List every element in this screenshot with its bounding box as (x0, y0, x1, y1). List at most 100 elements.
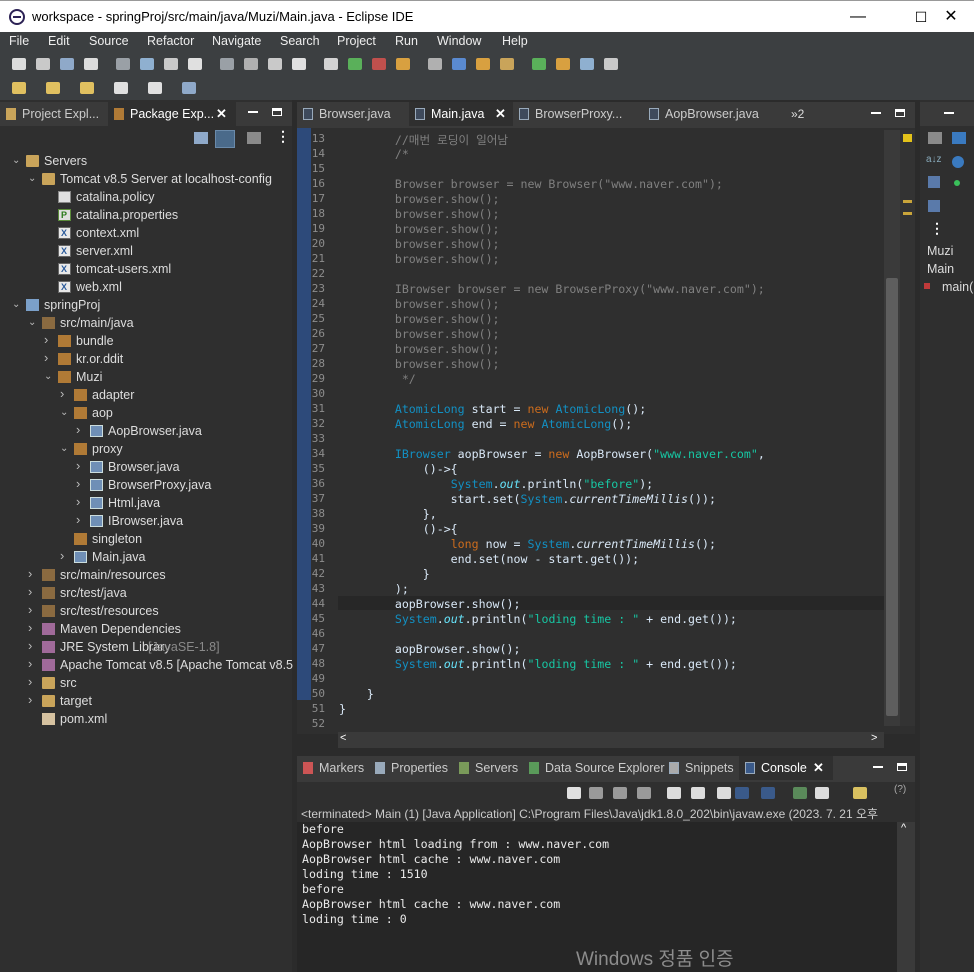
console-toolbar-icon[interactable] (589, 787, 603, 799)
console-toolbar-icon[interactable] (793, 787, 807, 799)
menu-file[interactable]: File (9, 34, 29, 48)
collapse-chevron-icon[interactable]: › (28, 637, 32, 655)
sort-icon[interactable]: a↓z (926, 154, 942, 165)
outline-tool-icon[interactable] (928, 132, 942, 144)
minimize-console-icon[interactable] (873, 766, 883, 768)
expand-chevron-icon[interactable]: ⌄ (44, 368, 52, 386)
collapse-chevron-icon[interactable]: › (28, 691, 32, 709)
console-toolbar-icon[interactable] (735, 787, 749, 799)
toolbar-button-icon[interactable] (188, 58, 202, 70)
tab-browserproxy-java[interactable]: BrowserProxy... (513, 102, 643, 126)
outline-tool-icon[interactable] (928, 200, 940, 212)
toolbar-button-icon[interactable] (452, 58, 466, 70)
toolbar-button-icon[interactable] (114, 82, 128, 94)
menu-navigate[interactable]: Navigate (212, 34, 261, 48)
expand-chevron-icon[interactable]: ⌄ (60, 404, 68, 422)
scrollbar-thumb[interactable] (886, 278, 898, 716)
collapse-chevron-icon[interactable]: › (76, 493, 80, 511)
console-toolbar-icon[interactable] (613, 787, 627, 799)
toolbar-button-icon[interactable] (84, 58, 98, 70)
tab-servers[interactable]: Servers (453, 756, 523, 780)
outline-item-muzi[interactable]: Muzi (927, 244, 953, 258)
console-scrollbar[interactable]: ^ (897, 822, 915, 972)
toolbar-button-icon[interactable] (500, 58, 514, 70)
toolbar-button-icon[interactable] (182, 82, 196, 94)
toolbar-button-icon[interactable] (244, 58, 258, 70)
close-button[interactable]: ✕ (928, 5, 974, 29)
collapse-chevron-icon[interactable]: › (76, 511, 80, 529)
warning-marker[interactable] (903, 134, 912, 142)
toolbar-button-icon[interactable] (292, 58, 306, 70)
menu-edit[interactable]: Edit (48, 34, 70, 48)
tab-properties[interactable]: Properties (369, 756, 453, 780)
toolbar-button-icon[interactable] (556, 58, 570, 70)
toolbar-button-icon[interactable] (140, 58, 154, 70)
collapse-chevron-icon[interactable]: › (28, 601, 32, 619)
console-toolbar-icon[interactable] (691, 787, 705, 799)
toolbar-button-icon[interactable] (604, 58, 618, 70)
collapse-chevron-icon[interactable]: › (28, 583, 32, 601)
toolbar-button-icon[interactable] (396, 58, 410, 70)
minimize-outline-icon[interactable] (944, 112, 954, 114)
tab-overflow-button[interactable]: »2 (791, 107, 804, 121)
toolbar-button-icon[interactable] (12, 82, 26, 94)
toolbar-button-icon[interactable] (348, 58, 362, 70)
toolbar-button-icon[interactable] (476, 58, 490, 70)
toolbar-button-icon[interactable] (116, 58, 130, 70)
toolbar-button-icon[interactable] (148, 82, 162, 94)
scroll-left-icon[interactable]: < (340, 732, 346, 744)
minimize-editor-icon[interactable] (871, 112, 881, 114)
expand-chevron-icon[interactable]: ⌄ (60, 440, 68, 458)
toolbar-button-icon[interactable] (580, 58, 594, 70)
console-toolbar-icon[interactable] (717, 787, 731, 799)
close-tab-icon[interactable]: ✕ (495, 102, 506, 126)
tab-main-java[interactable]: Main.java ✕ (409, 102, 513, 126)
collapse-chevron-icon[interactable]: › (44, 331, 48, 349)
collapse-chevron-icon[interactable]: › (28, 655, 32, 673)
collapse-chevron-icon[interactable]: › (76, 421, 80, 439)
minimize-button[interactable]: — (835, 5, 881, 29)
horizontal-scrollbar[interactable]: < > (338, 732, 884, 748)
scroll-up-icon[interactable]: ^ (901, 822, 906, 834)
toolbar-button-icon[interactable] (532, 58, 546, 70)
expand-chevron-icon[interactable]: ⌄ (12, 296, 20, 314)
menu-project[interactable]: Project (337, 34, 376, 48)
menu-window[interactable]: Window (437, 34, 481, 48)
maximize-editor-icon[interactable] (895, 109, 905, 117)
occurrence-marker[interactable] (903, 212, 912, 215)
toolbar-button-icon[interactable] (60, 58, 74, 70)
expand-chevron-icon[interactable]: ⌄ (28, 314, 36, 332)
menu-help[interactable]: Help (502, 34, 528, 48)
menu-refactor[interactable]: Refactor (147, 34, 194, 48)
console-toolbar-icon[interactable] (637, 787, 651, 799)
maximize-console-icon[interactable] (897, 763, 907, 771)
tab-snippets[interactable]: Snippets (663, 756, 739, 780)
outline-item-main[interactable]: Main (927, 262, 954, 276)
collapse-chevron-icon[interactable]: › (60, 385, 64, 403)
tab-aopbrowser-java[interactable]: AopBrowser.java (643, 102, 783, 126)
toolbar-button-icon[interactable] (80, 82, 94, 94)
vertical-scrollbar[interactable] (884, 130, 900, 726)
outline-tool-icon[interactable] (952, 132, 966, 144)
outline-menu-icon[interactable]: ⋮ (930, 220, 944, 237)
collapse-chevron-icon[interactable]: › (28, 619, 32, 637)
menu-source[interactable]: Source (89, 34, 129, 48)
code-editor[interactable]: 13 14 15 16 17 18 19 20 21 22 23 24 25 26 27 28 29 30 31 32… (297, 128, 915, 748)
collapse-chevron-icon[interactable]: › (76, 475, 80, 493)
close-tab-icon[interactable]: ✕ (813, 756, 824, 780)
toolbar-button-icon[interactable] (46, 82, 60, 94)
scroll-right-icon[interactable]: > (871, 732, 877, 744)
collapse-chevron-icon[interactable]: › (44, 349, 48, 367)
outline-tool-icon[interactable] (928, 176, 940, 188)
toolbar-button-icon[interactable] (428, 58, 442, 70)
expand-chevron-icon[interactable]: ⌄ (28, 170, 36, 188)
toolbar-button-icon[interactable] (372, 58, 386, 70)
tab-data-source-explorer[interactable]: Data Source Explorer (523, 756, 665, 780)
toolbar-button-icon[interactable] (36, 58, 50, 70)
console-toolbar-icon[interactable] (815, 787, 829, 799)
console-toolbar-icon[interactable] (853, 787, 867, 799)
outline-tool-icon[interactable] (952, 156, 964, 168)
tab-markers[interactable]: Markers (297, 756, 369, 780)
help-icon[interactable]: (?) (894, 784, 906, 795)
collapse-chevron-icon[interactable]: › (28, 565, 32, 583)
